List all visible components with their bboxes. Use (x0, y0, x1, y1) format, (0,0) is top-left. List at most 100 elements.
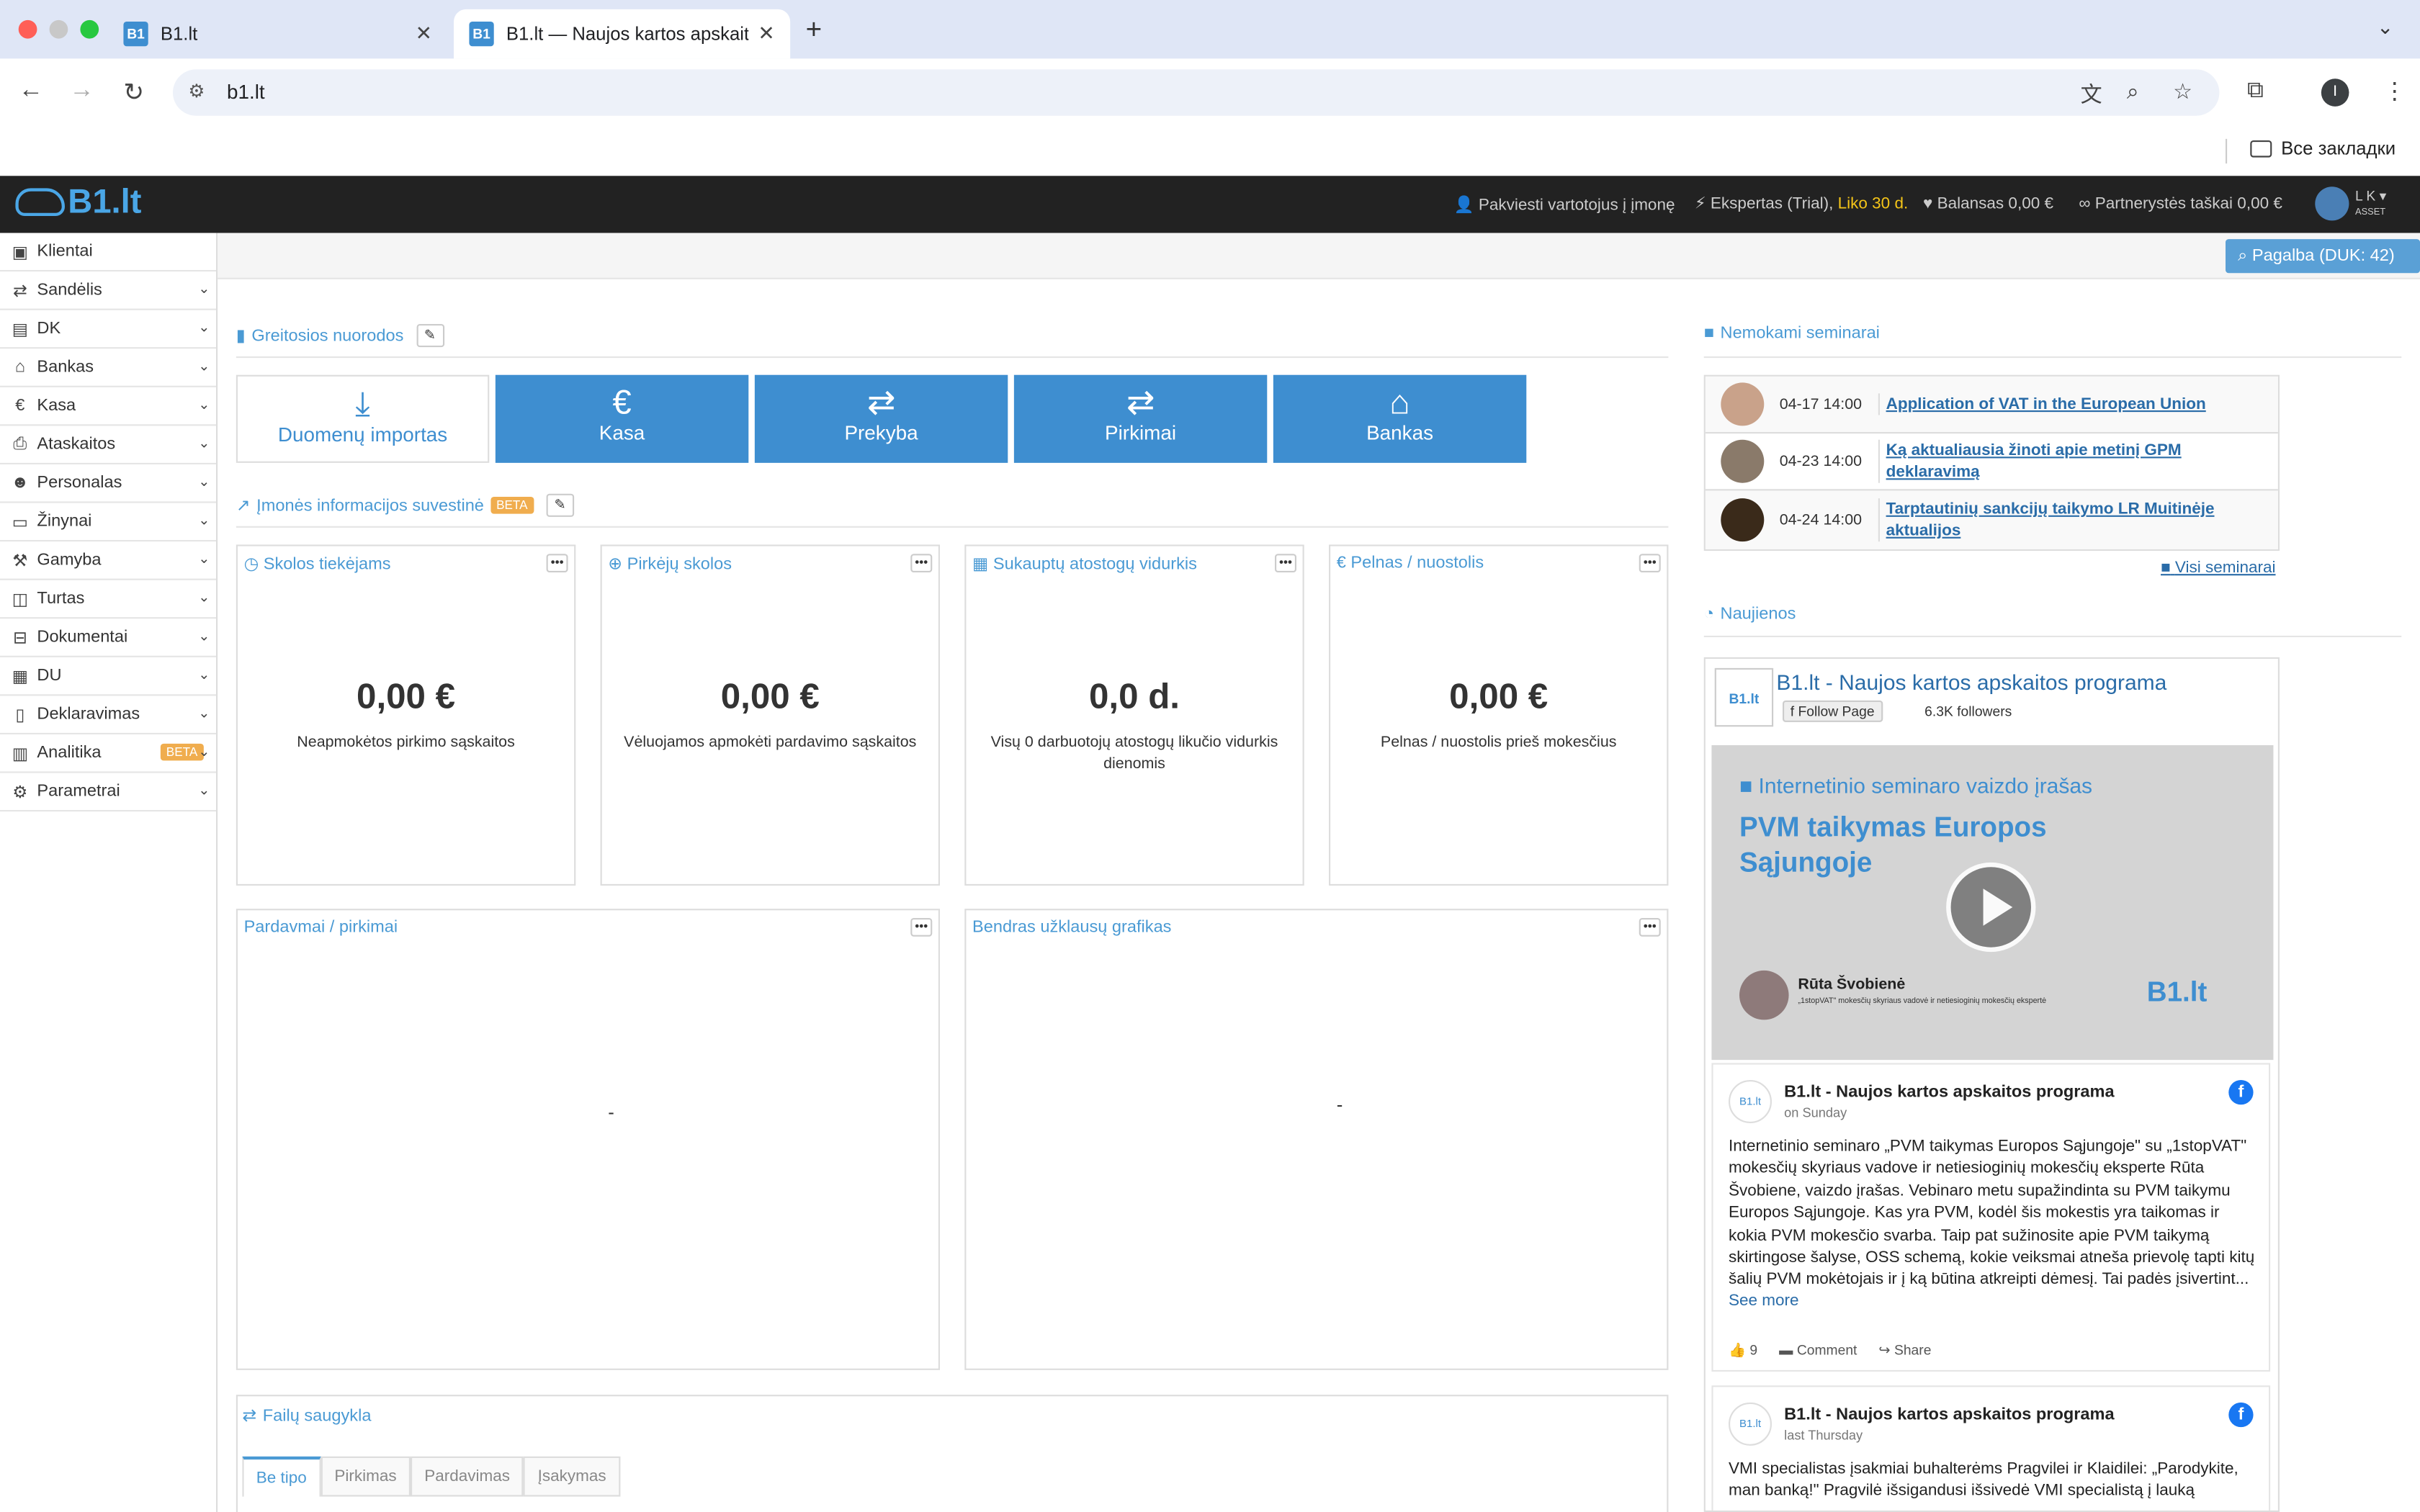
seminar-date: 04-23 14:00 (1779, 452, 1863, 470)
video-title: PVM taikymas Europos Sąjungoje (1739, 811, 2047, 878)
extensions-icon[interactable]: ⧉ (2247, 77, 2264, 103)
translate-icon[interactable]: 文 (2081, 78, 2102, 109)
tab-pardavimas[interactable]: Pardavimas (410, 1456, 524, 1497)
seminar-link[interactable]: Tarptautinių sankcijų taikymo LR Muitinė… (1878, 498, 2272, 542)
balance-link[interactable]: ♥ Balansas 0,00 € (1923, 194, 2053, 213)
card-menu-button[interactable]: ••• (1275, 554, 1296, 572)
profile-avatar[interactable]: I (2321, 78, 2349, 107)
b1-logo[interactable]: B1.lt (15, 182, 141, 222)
card-menu-button[interactable]: ••• (1639, 918, 1661, 937)
address-bar[interactable]: ⚙ b1.lt 文 ⌕ ☆ (173, 69, 2220, 116)
sidebar-item-kasa[interactable]: € Kasa ⌄ (0, 387, 216, 426)
chart-title[interactable]: Bendras užklausų grafikas (972, 918, 1171, 937)
sidebar-item-bankas[interactable]: ⌂ Bankas ⌄ (0, 348, 216, 387)
partner-points-link[interactable]: ∞ Partnerystės taškai 0,00 € (2079, 194, 2282, 213)
quick-link-pirkimai[interactable]: ⇄ Pirkimai (1013, 374, 1268, 463)
sidebar-item-klientai[interactable]: ▣ Klientai (0, 233, 216, 272)
browser-tab-1[interactable]: B1 B1.lt ✕ (108, 9, 447, 59)
post-author[interactable]: B1.lt - Naujos kartos apskaitos programa (1784, 1083, 2114, 1102)
bookmark-star-icon[interactable]: ☆ (2173, 78, 2192, 104)
help-button[interactable]: ⌕ Pagalba (DUK: 42) ▾ (2226, 239, 2420, 300)
all-seminars-link[interactable]: ■ Visi seminarai (2161, 559, 2276, 577)
card-title[interactable]: € Pelnas / nuostolis (1337, 554, 1484, 572)
sidebar-item-sandelis[interactable]: ⇄ Sandėlis ⌄ (0, 271, 216, 310)
chart-empty-value: - (608, 1102, 614, 1123)
close-tab-icon[interactable]: ✕ (416, 22, 432, 46)
quick-link-import[interactable]: ⤓ Duomenų importas (236, 374, 490, 463)
tab-search-chevron-icon[interactable]: ⌄ (2377, 15, 2393, 40)
edit-summary-button[interactable]: ✎ (546, 493, 574, 517)
plan-link[interactable]: ⚡ Ekspertas (Trial), Liko 30 d. (1695, 194, 1908, 213)
share-button[interactable]: ↪ Share (1878, 1342, 1931, 1359)
post-avatar[interactable]: B1.lt (1729, 1080, 1772, 1123)
sidebar-item-dk[interactable]: ▤ DK ⌄ (0, 310, 216, 349)
post-time[interactable]: on Sunday (1784, 1104, 1847, 1120)
card-menu-button[interactable]: ••• (1639, 554, 1661, 572)
logo-text: B1.lt (68, 181, 142, 221)
invite-users-link[interactable]: 👤 Pakviesti vartotojus į įmonę (1454, 194, 1675, 215)
sidebar-item-gamyba[interactable]: ⚒ Gamyba ⌄ (0, 541, 216, 580)
post-author[interactable]: B1.lt - Naujos kartos apskaitos programa (1784, 1405, 2114, 1424)
sidebar-item-personalas[interactable]: ☻ Personalas ⌄ (0, 464, 216, 503)
sidebar-item-ataskaitos[interactable]: ⎙ Ataskaitos ⌄ (0, 426, 216, 464)
sidebar-item-dokumentai[interactable]: ⊟ Dokumentai ⌄ (0, 618, 216, 657)
browser-tab-2-active[interactable]: B1 B1.lt — Naujos kartos apskaitos progr… (454, 9, 791, 59)
forward-icon[interactable]: → (69, 77, 94, 105)
zoom-icon[interactable]: ⌕ (2127, 78, 2139, 104)
sidebar-item-parametrai[interactable]: ⚙ Parametrai ⌄ (0, 773, 216, 812)
tab-pirkimas[interactable]: Pirkimas (321, 1456, 411, 1497)
chevron-down-icon: ⌄ (198, 551, 210, 567)
bank-icon: ⌂ (1389, 382, 1410, 421)
comment-button[interactable]: ▬ Comment (1779, 1342, 1857, 1359)
reload-icon[interactable]: ↻ (123, 77, 144, 108)
page-logo[interactable]: B1.lt (1714, 667, 1774, 727)
bookmark-icon: ▮ (236, 327, 246, 346)
close-window-button[interactable] (18, 19, 37, 39)
page-name[interactable]: B1.lt - Naujos kartos apskaitos programa (1776, 670, 2166, 694)
post-time[interactable]: last Thursday (1784, 1427, 1863, 1442)
seminar-link[interactable]: Application of VAT in the European Union (1878, 393, 2272, 415)
tab-be-tipo[interactable]: Be tipo (242, 1456, 321, 1497)
like-button[interactable]: 👍 9 (1729, 1342, 1757, 1359)
card-title[interactable]: ◷ Skolos tiekėjams (244, 554, 391, 574)
follow-page-button[interactable]: f Follow Page (1783, 700, 1883, 722)
minimize-window-button[interactable] (49, 19, 68, 39)
tab-title: B1.lt (160, 23, 198, 45)
post-avatar[interactable]: B1.lt (1729, 1402, 1772, 1446)
new-tab-icon[interactable]: + (806, 14, 823, 46)
sidebar-item-zinynai[interactable]: ▭ Žinynai ⌄ (0, 503, 216, 542)
user-avatar[interactable] (2315, 186, 2349, 221)
content-subheader (218, 233, 2420, 279)
card-menu-button[interactable]: ••• (546, 554, 568, 572)
quick-links-title: ▮ Greitosios nuorodos ✎ (236, 324, 444, 348)
see-more-link[interactable]: See more (1729, 1292, 1799, 1310)
chart-title[interactable]: Pardavmai / pirkimai (244, 918, 398, 937)
seminars-table: 04-17 14:00 Application of VAT in the Eu… (1703, 374, 2280, 551)
user-menu[interactable]: L K ▾ ASSET (2355, 189, 2386, 221)
quick-link-prekyba[interactable]: ⇄ Prekyba (754, 374, 1008, 463)
back-icon[interactable]: ← (19, 77, 43, 105)
quick-link-kasa[interactable]: € Kasa (495, 374, 749, 463)
edit-quick-links-button[interactable]: ✎ (416, 324, 444, 348)
card-menu-button[interactable]: ••• (910, 918, 933, 937)
sidebar-item-du[interactable]: ▦ DU ⌄ (0, 657, 216, 696)
video-thumbnail[interactable]: ■ Internetinio seminaro vaizdo įrašas PV… (1711, 745, 2274, 1061)
card-title[interactable]: ⊕ Pirkėjų skolos (608, 554, 732, 574)
card-menu-button[interactable]: ••• (910, 554, 933, 572)
tab-isakymas[interactable]: Įsakymas (524, 1456, 620, 1497)
close-tab-icon[interactable]: ✕ (758, 22, 774, 46)
seminar-row: 04-17 14:00 Application of VAT in the Eu… (1705, 376, 2278, 434)
facebook-icon[interactable]: f (2228, 1402, 2254, 1428)
browser-menu-icon[interactable]: ⋮ (2383, 77, 2406, 104)
zoom-window-button[interactable] (80, 19, 99, 39)
sidebar-item-turtas[interactable]: ◫ Turtas ⌄ (0, 580, 216, 619)
all-bookmarks-button[interactable]: Все закладки (2250, 138, 2396, 159)
sidebar-item-deklaravimas[interactable]: ▯ Deklaravimas ⌄ (0, 696, 216, 734)
card-title[interactable]: ▦ Sukauptų atostogų vidurkis (972, 554, 1197, 574)
facebook-icon[interactable]: f (2228, 1080, 2254, 1105)
play-icon[interactable] (1946, 862, 2036, 953)
quick-link-bankas[interactable]: ⌂ Bankas (1273, 374, 1527, 463)
site-settings-icon[interactable]: ⚙ (188, 80, 205, 102)
seminar-link[interactable]: Ką aktualiausia žinoti apie metinį GPM d… (1878, 439, 2272, 483)
sidebar-item-analitika[interactable]: ▥ Analitika BETA ⌄ (0, 734, 216, 773)
